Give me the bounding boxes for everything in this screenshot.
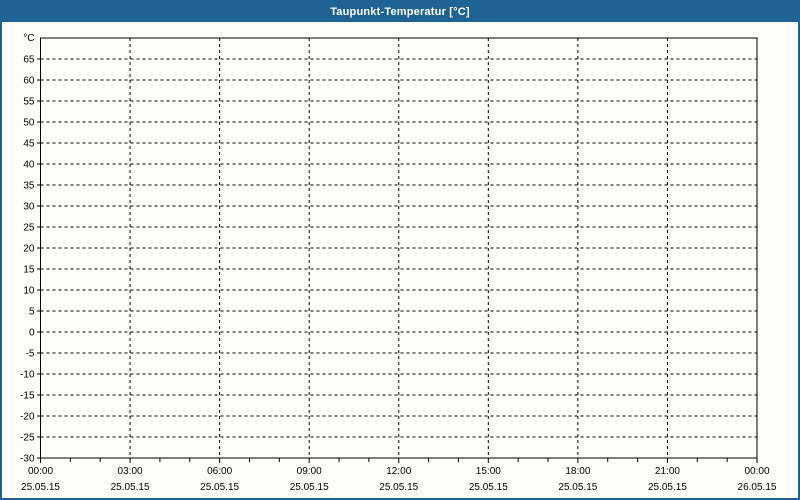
x-tick-date-label: 25.05.15 <box>648 482 687 493</box>
y-tick-label: -10 <box>20 370 35 381</box>
x-tick-time-label: 03:00 <box>118 466 143 477</box>
x-tick-date-label: 25.05.15 <box>111 482 150 493</box>
y-tick-label: 15 <box>23 265 35 276</box>
chart-area: 65 60 55 50 45 40 35 30 25 20 15 10 5 0 -5 -10 -15 -20 -25… <box>2 22 798 498</box>
y-tick-label: 0 <box>29 328 35 339</box>
x-tick-time-label: 00:00 <box>28 466 53 477</box>
y-axis-unit-label: °C <box>23 33 34 44</box>
y-tick-label: -30 <box>20 454 35 465</box>
y-tick-label: 30 <box>23 202 35 213</box>
x-tick-date-label: 25.05.15 <box>379 482 418 493</box>
window-title: Taupunkt-Temperatur [°C] <box>330 6 470 18</box>
x-tick-date-label: 25.05.15 <box>21 482 60 493</box>
title-bar: Taupunkt-Temperatur [°C] <box>2 2 798 22</box>
y-tick-label: 50 <box>23 118 35 129</box>
y-tick-label: -15 <box>20 391 35 402</box>
y-tick-label: 55 <box>23 97 35 108</box>
y-tick-label: 35 <box>23 181 35 192</box>
x-tick-date-label: 26.05.15 <box>738 482 777 493</box>
y-tick-label: 25 <box>23 223 35 234</box>
x-tick-time-label: 18:00 <box>565 466 590 477</box>
chart-window: Taupunkt-Temperatur [°C] 65 60 55 50 45 40 35 3… <box>0 0 800 500</box>
x-tick-time-label: 09:00 <box>297 466 322 477</box>
y-tick-label: 40 <box>23 160 35 171</box>
y-tick-label: 5 <box>29 307 35 318</box>
x-tick-date-label: 25.05.15 <box>200 482 239 493</box>
y-tick-label: 20 <box>23 244 35 255</box>
x-tick-date-label: 25.05.15 <box>469 482 508 493</box>
chart-plot: 65605550454035302520151050-5-10-15-20-25… <box>20 33 777 493</box>
y-tick-label: 60 <box>23 76 35 87</box>
x-tick-time-label: 00:00 <box>744 466 769 477</box>
y-tick-label: 65 <box>23 55 35 66</box>
x-tick-time-label: 12:00 <box>386 466 411 477</box>
x-tick-date-label: 25.05.15 <box>290 482 329 493</box>
x-tick-time-label: 06:00 <box>207 466 232 477</box>
y-tick-label: -25 <box>20 433 35 444</box>
y-tick-label: -5 <box>26 349 35 360</box>
x-tick-time-label: 21:00 <box>655 466 680 477</box>
x-tick-time-label: 15:00 <box>476 466 501 477</box>
y-tick-label: -20 <box>20 412 35 423</box>
y-tick-label: 10 <box>23 286 35 297</box>
x-tick-date-label: 25.05.15 <box>558 482 597 493</box>
y-tick-label: 45 <box>23 139 35 150</box>
